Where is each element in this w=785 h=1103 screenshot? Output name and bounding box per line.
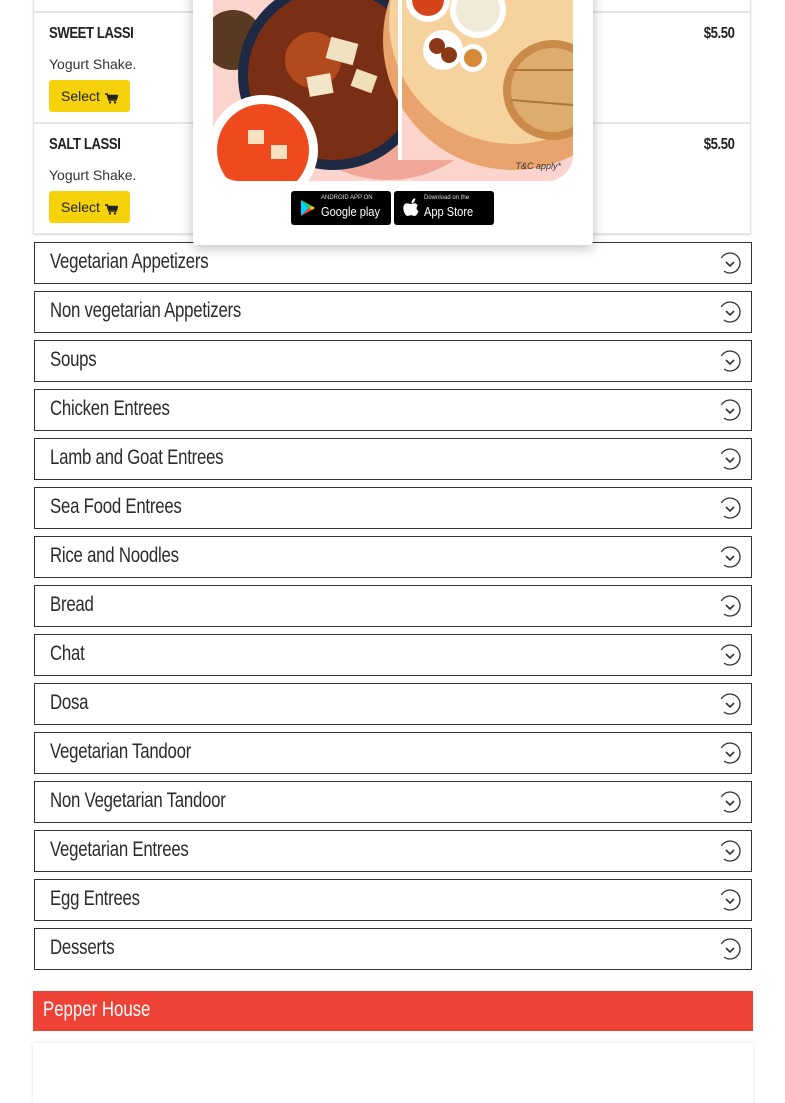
category-label: Non Vegetarian Tandoor bbox=[50, 789, 226, 812]
cart-icon bbox=[104, 91, 119, 104]
category-label: Non vegetarian Appetizers bbox=[50, 299, 242, 322]
app-store-button[interactable]: Download on the App Store bbox=[394, 191, 494, 225]
chevron-down-icon bbox=[719, 301, 741, 323]
category-vegetarian-tandoor[interactable]: Vegetarian Tandoor bbox=[34, 732, 752, 774]
chevron-down-icon bbox=[719, 497, 741, 519]
chevron-down-icon bbox=[719, 595, 741, 617]
chevron-down-icon bbox=[719, 693, 741, 715]
category-label: Egg Entrees bbox=[50, 887, 140, 910]
select-button[interactable]: Select bbox=[49, 80, 130, 112]
chevron-down-icon bbox=[719, 350, 741, 372]
category-label: Lamb and Goat Entrees bbox=[50, 446, 224, 469]
chevron-down-icon bbox=[719, 938, 741, 960]
app-promo-popup: T&C apply* ANDROID APP ON Google play Do… bbox=[193, 0, 593, 245]
category-label: Desserts bbox=[50, 936, 115, 959]
chevron-down-icon bbox=[719, 840, 741, 862]
food-illustration bbox=[213, 0, 573, 181]
item-price: $5.50 bbox=[704, 25, 735, 42]
item-name: SALT LASSI bbox=[49, 136, 121, 153]
chevron-down-icon bbox=[719, 889, 741, 911]
category-label: Bread bbox=[50, 593, 94, 616]
category-label: Chat bbox=[50, 642, 85, 665]
category-sea-food-entrees[interactable]: Sea Food Entrees bbox=[34, 487, 752, 529]
app-store-label: App Store bbox=[424, 204, 474, 219]
chevron-down-icon bbox=[719, 448, 741, 470]
restaurant-name: Pepper House bbox=[43, 998, 151, 1021]
chevron-down-icon bbox=[719, 252, 741, 274]
category-chat[interactable]: Chat bbox=[34, 634, 752, 676]
chevron-down-icon bbox=[719, 791, 741, 813]
item-description: Yogurt Shake. bbox=[49, 56, 137, 72]
category-vegetarian-appetizers[interactable]: Vegetarian Appetizers bbox=[34, 242, 752, 284]
category-vegetarian-entrees[interactable]: Vegetarian Entrees bbox=[34, 830, 752, 872]
category-dosa[interactable]: Dosa bbox=[34, 683, 752, 725]
app-store-caption: Download on the bbox=[424, 195, 470, 201]
category-egg-entrees[interactable]: Egg Entrees bbox=[34, 879, 752, 921]
google-play-caption: ANDROID APP ON bbox=[321, 195, 373, 201]
item-price: $5.50 bbox=[704, 136, 735, 153]
terms-text: T&C apply* bbox=[515, 161, 561, 171]
category-label: Vegetarian Entrees bbox=[50, 838, 189, 861]
category-non-vegetarian-tandoor[interactable]: Non Vegetarian Tandoor bbox=[34, 781, 752, 823]
chevron-down-icon bbox=[719, 399, 741, 421]
restaurant-header: Pepper House bbox=[33, 991, 753, 1031]
google-play-icon bbox=[301, 200, 315, 216]
category-label: Sea Food Entrees bbox=[50, 495, 182, 518]
cart-icon bbox=[104, 202, 119, 215]
apple-icon bbox=[403, 198, 419, 216]
category-label: Chicken Entrees bbox=[50, 397, 170, 420]
category-label: Vegetarian Appetizers bbox=[50, 250, 209, 273]
item-description: Yogurt Shake. bbox=[49, 167, 137, 183]
category-chicken-entrees[interactable]: Chicken Entrees bbox=[34, 389, 752, 431]
google-play-button[interactable]: ANDROID APP ON Google play bbox=[291, 191, 391, 225]
select-button[interactable]: Select bbox=[49, 191, 130, 223]
select-button-label: Select bbox=[61, 88, 100, 104]
category-label: Rice and Noodles bbox=[50, 544, 179, 567]
promo-food-image: T&C apply* bbox=[213, 0, 573, 181]
category-label: Soups bbox=[50, 348, 97, 371]
chevron-down-icon bbox=[719, 742, 741, 764]
category-label: Dosa bbox=[50, 691, 89, 714]
category-soups[interactable]: Soups bbox=[34, 340, 752, 382]
chevron-down-icon bbox=[719, 644, 741, 666]
chevron-down-icon bbox=[719, 546, 741, 568]
select-button-label: Select bbox=[61, 199, 100, 215]
category-lamb-and-goat-entrees[interactable]: Lamb and Goat Entrees bbox=[34, 438, 752, 480]
category-non-vegetarian-appetizers[interactable]: Non vegetarian Appetizers bbox=[34, 291, 752, 333]
category-label: Vegetarian Tandoor bbox=[50, 740, 192, 763]
restaurant-panel bbox=[33, 1043, 753, 1103]
item-name: SWEET LASSI bbox=[49, 25, 134, 42]
category-desserts[interactable]: Desserts bbox=[34, 928, 752, 970]
google-play-label: Google play bbox=[321, 204, 380, 219]
category-bread[interactable]: Bread bbox=[34, 585, 752, 627]
category-rice-and-noodles[interactable]: Rice and Noodles bbox=[34, 536, 752, 578]
